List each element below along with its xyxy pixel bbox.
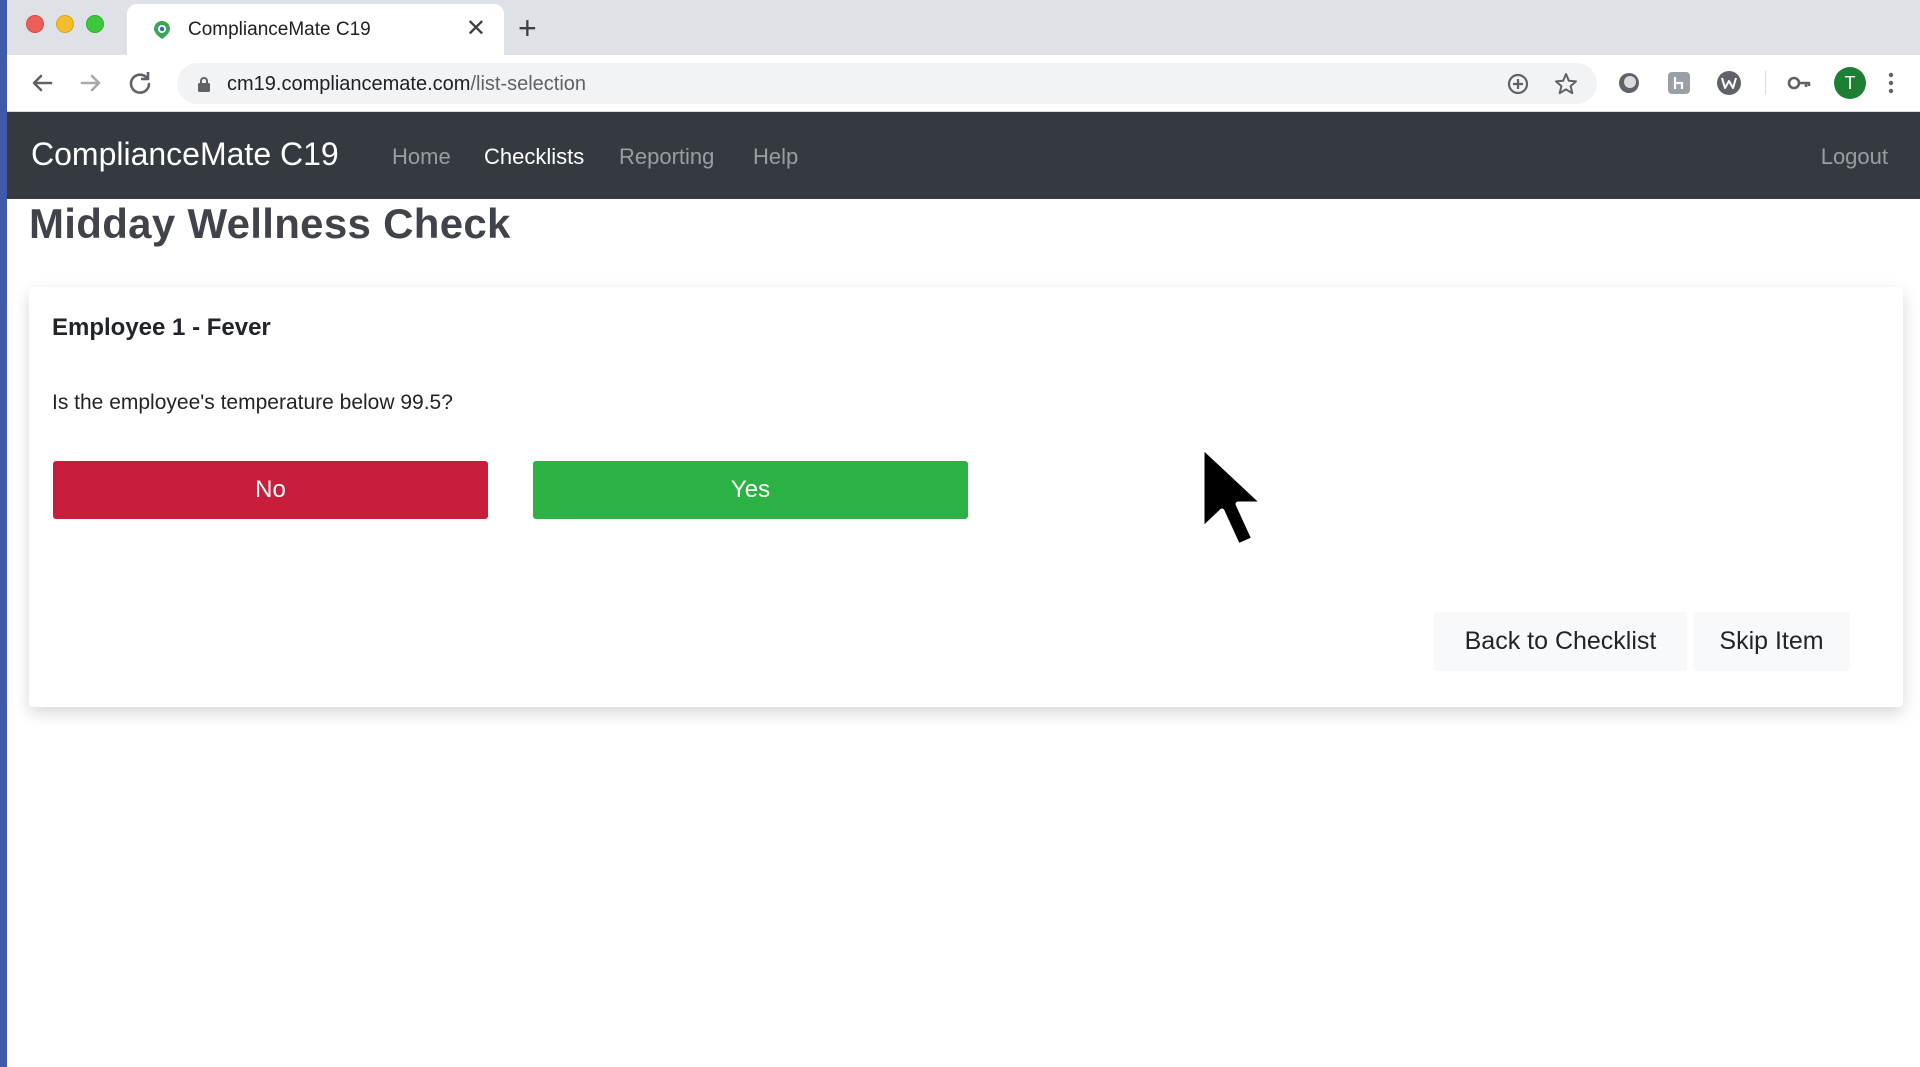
profile-avatar[interactable]: T [1834,67,1866,99]
nav-link-home[interactable]: Home [392,144,451,170]
browser-toolbar: cm19.compliancemate.com/list-selection T [7,55,1920,112]
tab-title: ComplianceMate C19 [188,19,371,40]
app-navbar: ComplianceMate C19 Home Checklists Repor… [7,112,1920,199]
nav-link-reporting[interactable]: Reporting [619,144,714,170]
forward-arrow-icon[interactable] [76,68,106,98]
extension-w-icon[interactable] [1716,70,1742,96]
minimize-window-button[interactable] [56,15,74,33]
mouse-cursor-icon [1199,443,1267,549]
nav-link-checklists[interactable]: Checklists [484,144,584,170]
compliancemate-favicon-icon [154,21,170,39]
maximize-window-button[interactable] [86,15,104,33]
logout-link[interactable]: Logout [1821,144,1888,170]
bookmark-star-icon[interactable] [1553,71,1579,97]
browser-tab-strip: ComplianceMate C19 ✕ + [7,0,1920,55]
zoom-icon[interactable] [1505,71,1531,97]
extension-badge-icon[interactable] [1666,70,1692,96]
close-window-button[interactable] [26,15,44,33]
item-question: Is the employee's temperature below 99.5… [52,391,453,414]
app-brand[interactable]: ComplianceMate C19 [31,136,339,173]
checklist-item-card: Employee 1 - Fever Is the employee's tem… [29,287,1903,707]
extension-circle-icon[interactable] [1616,70,1642,96]
yes-button[interactable]: Yes [533,461,968,519]
back-to-checklist-button[interactable]: Back to Checklist [1434,612,1687,671]
nav-link-help[interactable]: Help [753,144,798,170]
toolbar-separator [1765,71,1766,95]
key-icon[interactable] [1786,70,1812,96]
url-host: cm19.compliancemate.com [227,73,471,95]
window-edge [0,0,7,1067]
item-title: Employee 1 - Fever [52,314,271,341]
new-tab-icon[interactable]: + [518,10,537,46]
url-path: /list-selection [470,73,587,95]
browser-menu-icon[interactable] [1887,71,1895,95]
lock-icon [198,77,210,92]
close-tab-icon[interactable]: ✕ [466,15,486,43]
url-text[interactable]: cm19.compliancemate.com/list-selection [227,73,586,96]
skip-item-button[interactable]: Skip Item [1693,612,1850,671]
page-title: Midday Wellness Check [29,200,511,247]
no-button[interactable]: No [53,461,488,519]
address-bar[interactable]: cm19.compliancemate.com/list-selection [177,63,1597,104]
back-arrow-icon[interactable] [27,68,57,98]
browser-tab[interactable]: ComplianceMate C19 ✕ [127,4,504,55]
reload-icon[interactable] [125,68,155,98]
